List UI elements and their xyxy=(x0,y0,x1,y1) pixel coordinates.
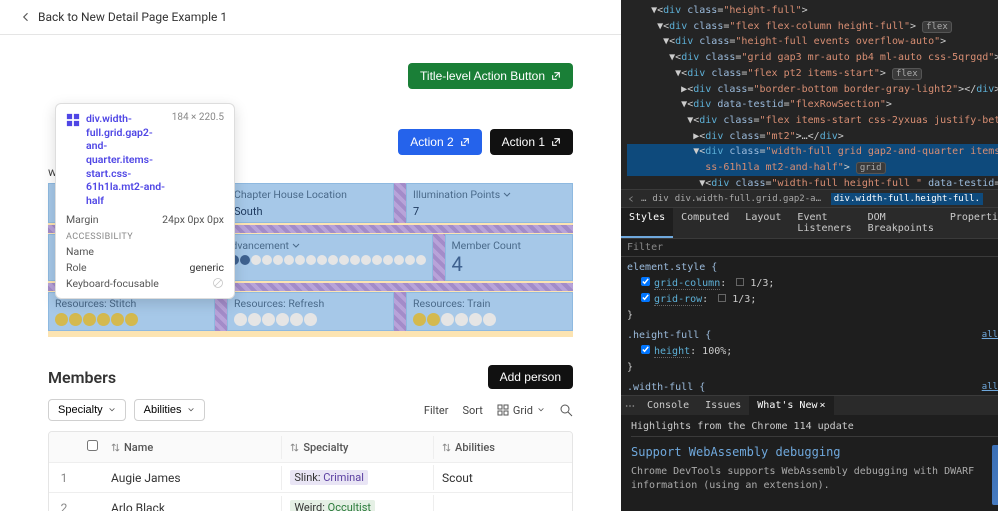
search-icon[interactable] xyxy=(559,403,573,417)
filter-abilities[interactable]: Abilities xyxy=(134,399,205,421)
breadcrumb[interactable]: Back to New Detail Page Example 1 xyxy=(0,0,621,35)
sort-icon xyxy=(290,443,299,452)
filter-specialty[interactable]: Specialty xyxy=(48,399,126,421)
close-icon[interactable]: × xyxy=(820,400,826,411)
chevron-down-icon xyxy=(502,190,512,200)
back-label: Back to New Detail Page Example 1 xyxy=(38,10,227,24)
title-action-button[interactable]: Title-level Action Button xyxy=(408,63,573,89)
promo-body: Chrome DevTools supports WebAssembly deb… xyxy=(631,465,982,493)
grid-icon xyxy=(497,404,509,416)
chevron-down-icon xyxy=(291,241,301,251)
more-icon[interactable] xyxy=(625,401,635,411)
action-1-button[interactable]: Action 1 xyxy=(490,129,573,155)
sort-icon xyxy=(442,443,451,452)
app-main: Back to New Detail Page Example 1 div.wi… xyxy=(0,0,621,511)
tab-issues[interactable]: Issues xyxy=(697,396,749,415)
styles-tab[interactable]: DOM Breakpoints xyxy=(860,208,942,238)
promo-video-thumb[interactable]: new xyxy=(992,445,998,505)
sort-icon xyxy=(111,443,120,452)
chevron-left-icon[interactable] xyxy=(627,195,635,203)
styles-tab[interactable]: Styles xyxy=(621,208,673,238)
external-link-icon xyxy=(460,137,470,147)
select-all-checkbox[interactable] xyxy=(87,440,98,451)
action-2-button[interactable]: Action 2 xyxy=(398,129,481,155)
chevron-down-icon xyxy=(187,406,195,414)
members-heading: Members xyxy=(48,368,116,387)
styles-tabs: StylesComputedLayoutEvent ListenersDOM B… xyxy=(621,208,998,239)
styles-tab[interactable]: Event Listeners xyxy=(789,208,859,238)
styles-tab[interactable]: Layout xyxy=(737,208,789,238)
grid-icon xyxy=(66,113,80,127)
filter-button[interactable]: Filter xyxy=(424,404,449,417)
styles-filter-input[interactable]: Filter xyxy=(627,242,663,253)
external-link-icon xyxy=(551,137,561,147)
add-person-button[interactable]: Add person xyxy=(488,365,573,389)
external-link-icon xyxy=(551,71,561,81)
devtools-panel: ▼<div class="height-full"> ▼<div class="… xyxy=(621,0,998,511)
styles-tab[interactable]: Properties xyxy=(942,208,998,238)
chevron-down-icon xyxy=(537,406,545,414)
drawer-tabs: Console Issues What's New× × xyxy=(621,395,998,415)
members-table: Name Specialty Abilities 1Augie JamesSli… xyxy=(48,431,573,511)
no-icon xyxy=(212,277,224,289)
view-grid-button[interactable]: Grid xyxy=(497,404,545,417)
table-row[interactable]: 1Augie JamesSlink: CriminalScout xyxy=(49,462,572,492)
tab-console[interactable]: Console xyxy=(639,396,697,415)
breadcrumb-trail[interactable]: … div div.width-full.grid.gap2-and-quart… xyxy=(621,190,998,208)
arrow-left-icon xyxy=(20,11,32,23)
inspect-tooltip: div.width-full.grid.gap2-and-quarter.ite… xyxy=(55,103,235,299)
sort-button[interactable]: Sort xyxy=(462,404,482,417)
styles-body[interactable]: element.style {grid-column: 1/3;grid-row… xyxy=(621,257,998,395)
promo-title[interactable]: Support WebAssembly debugging xyxy=(631,445,982,459)
tooltip-dims: 184 × 220.5 xyxy=(172,112,224,207)
chevron-down-icon xyxy=(108,406,116,414)
table-row[interactable]: 2Arlo BlackWeird: Occultist xyxy=(49,492,572,511)
tooltip-selector: div.width-full.grid.gap2-and-quarter.ite… xyxy=(86,112,166,207)
whats-new-panel: Highlights from the Chrome 114 update Su… xyxy=(621,415,998,511)
tab-whats-new[interactable]: What's New× xyxy=(749,396,833,415)
styles-tab[interactable]: Computed xyxy=(673,208,737,238)
elements-tree[interactable]: ▼<div class="height-full"> ▼<div class="… xyxy=(621,0,998,190)
